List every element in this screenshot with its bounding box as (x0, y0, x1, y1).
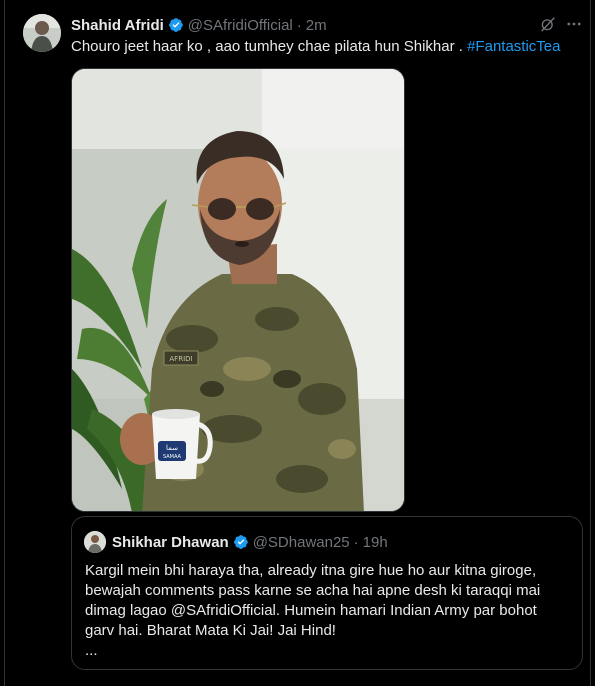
quoted-author-avatar[interactable] (84, 531, 106, 553)
tweet-media-photo[interactable]: AFRIDI سما SAMAA (71, 68, 405, 512)
tweet-text: Chouro jeet haar ko , aao tumhey chae pi… (71, 37, 560, 57)
quoted-avatar-image (84, 531, 106, 553)
quoted-text-line: dimag lagao @SAfridiOfficial. Humein ham… (85, 602, 537, 619)
tweet-timestamp[interactable]: 2m (306, 17, 327, 34)
shirt-tag-text: AFRIDI (169, 355, 192, 363)
author-handle[interactable]: @SAfridiOfficial (188, 17, 293, 34)
grok-icon[interactable] (539, 15, 557, 33)
author-avatar[interactable] (23, 14, 61, 52)
quoted-header-separator: · (353, 533, 359, 551)
photo-image: AFRIDI سما SAMAA (72, 69, 404, 511)
author-name[interactable]: Shahid Afridi (71, 17, 164, 34)
more-options-icon[interactable] (565, 15, 583, 33)
header-separator: · (296, 16, 302, 34)
quoted-tweet-text: Kargil mein bhi haraya tha, already itna… (85, 561, 575, 661)
tweet-header: Shahid Afridi @SAfridiOfficial · 2m (71, 15, 327, 35)
quoted-text-line: bewajah comments pass karne se acha hai … (85, 582, 541, 599)
hashtag-link[interactable]: #FantasticTea (467, 38, 560, 55)
author-avatar-image (23, 14, 61, 52)
quoted-text-line: Kargil mein bhi haraya tha, already itna… (85, 562, 537, 579)
quoted-author-name[interactable]: Shikhar Dhawan (112, 534, 229, 551)
quoted-tweet-timestamp[interactable]: 19h (363, 534, 388, 551)
tweet-card[interactable]: Shahid Afridi @SAfridiOfficial · 2m Chou… (4, 0, 591, 686)
quoted-text-line: garv hai. Bharat Mata Ki Jai! Jai Hind! (85, 622, 336, 639)
quoted-tweet[interactable]: Shikhar Dhawan @SDhawan25 · 19h Kargil m… (71, 516, 583, 670)
quoted-text-ellipsis: ... (85, 642, 98, 659)
quoted-tweet-header: Shikhar Dhawan @SDhawan25 · 19h (112, 532, 388, 552)
tweet-body: Chouro jeet haar ko , aao tumhey chae pi… (71, 38, 468, 55)
quoted-author-handle[interactable]: @SDhawan25 (253, 534, 350, 551)
verified-badge-icon (233, 535, 248, 549)
verified-badge-icon (168, 18, 183, 32)
mug-logo-text: سما (166, 444, 178, 452)
mug-brand-text: SAMAA (163, 454, 182, 460)
